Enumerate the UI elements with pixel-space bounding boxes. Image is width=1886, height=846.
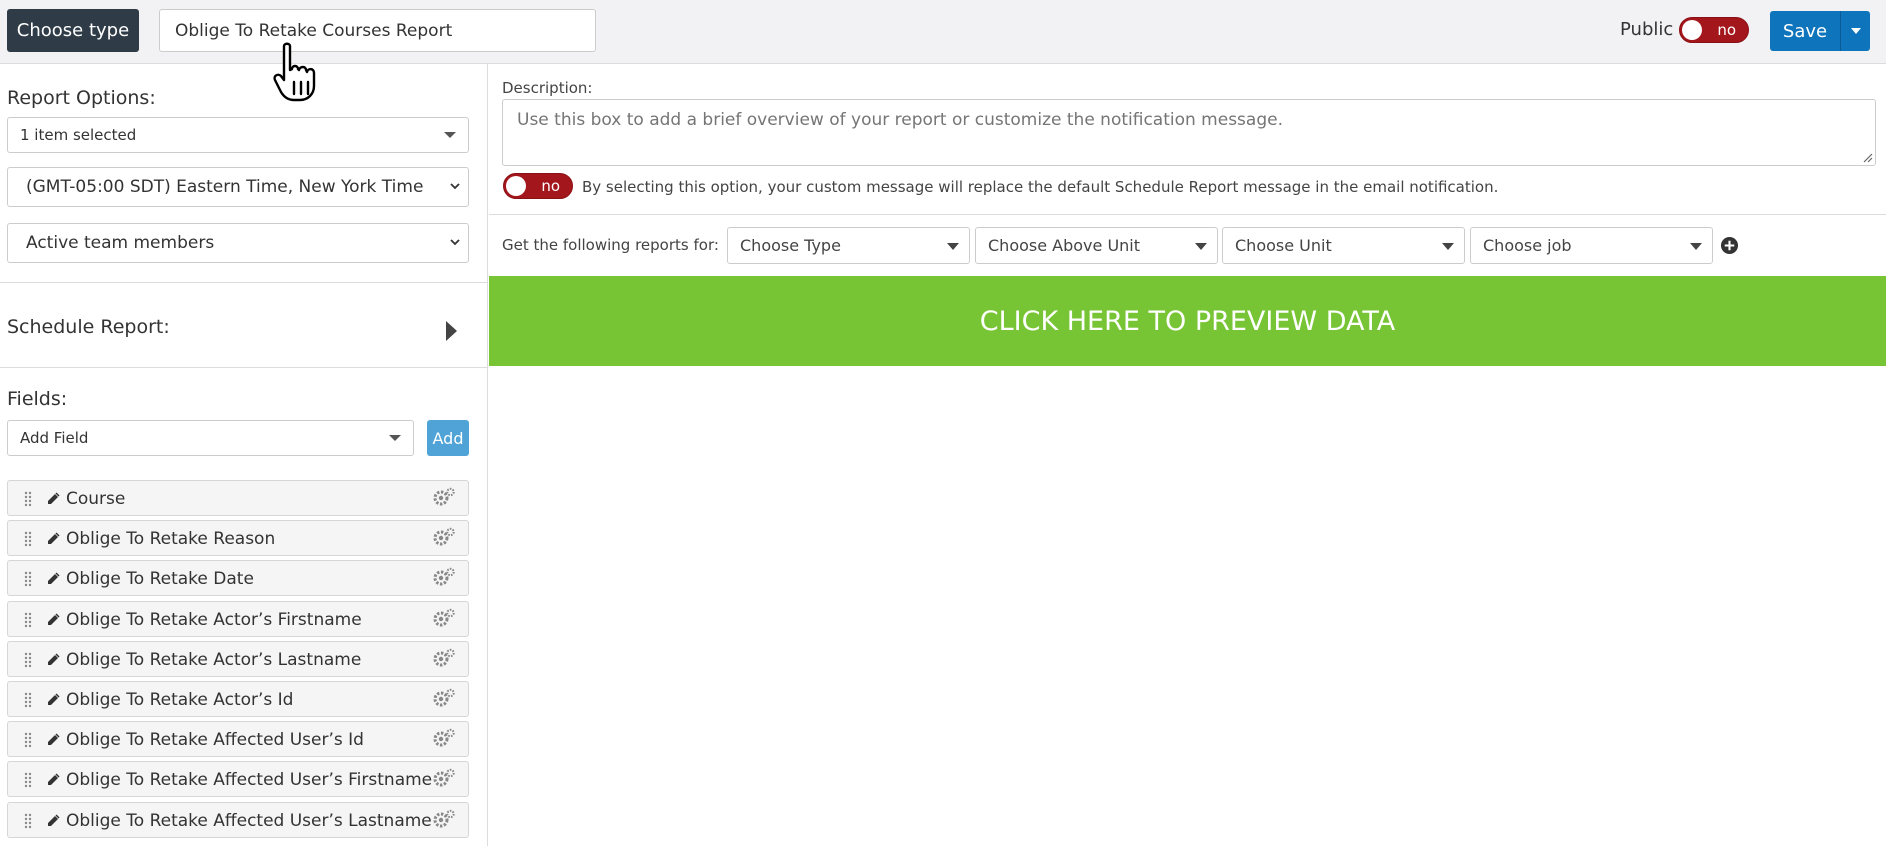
- edit-pencil-icon[interactable]: [47, 733, 60, 746]
- save-button-group: Save: [1770, 11, 1870, 51]
- public-toggle[interactable]: no: [1679, 17, 1749, 43]
- custom-message-toggle-label: no: [541, 177, 560, 195]
- schedule-report-label: Schedule Report:: [7, 316, 170, 338]
- field-name: Oblige To Retake Actor’s Id: [66, 690, 294, 710]
- toggle-knob: [506, 176, 526, 196]
- gear-icon[interactable]: [432, 768, 456, 788]
- field-row[interactable]: Oblige To Retake Actor’s Id: [7, 681, 469, 717]
- sidebar-divider: [0, 282, 488, 283]
- field-row[interactable]: Oblige To Retake Reason: [7, 520, 469, 557]
- filter-select-value: Choose Type: [740, 236, 841, 255]
- toggle-knob: [1682, 20, 1702, 40]
- gear-icon[interactable]: [432, 809, 456, 829]
- field-name: Oblige To Retake Actor’s Lastname: [66, 649, 362, 670]
- drag-handle-icon[interactable]: [24, 813, 32, 829]
- caret-down-icon: [947, 243, 959, 250]
- field-row[interactable]: Oblige To Retake Actor’s Firstname: [7, 600, 469, 637]
- add-filter-plus-icon[interactable]: [1720, 236, 1739, 255]
- report-options-label: Report Options:: [7, 87, 156, 109]
- custom-message-note: By selecting this option, your custom me…: [582, 178, 1499, 196]
- caret-down-icon: [1195, 243, 1207, 250]
- field-row[interactable]: Oblige To Retake Affected User’s Firstna…: [7, 761, 469, 798]
- drag-handle-icon[interactable]: [24, 571, 32, 587]
- caret-down-icon: [389, 435, 401, 441]
- add-field-select[interactable]: Add Field: [7, 420, 414, 456]
- edit-pencil-icon[interactable]: [47, 653, 60, 666]
- filter-choose-type-select[interactable]: Choose Type: [727, 227, 970, 264]
- choose-type-button[interactable]: Choose type: [7, 9, 139, 52]
- expand-arrow-icon[interactable]: [446, 321, 457, 341]
- field-row[interactable]: Oblige To Retake Affected User’s Lastnam…: [7, 801, 469, 838]
- edit-pencil-icon[interactable]: [47, 693, 60, 706]
- gear-icon[interactable]: [432, 527, 456, 547]
- edit-pencil-icon[interactable]: [47, 613, 60, 626]
- drag-handle-icon[interactable]: [24, 612, 32, 628]
- gear-icon[interactable]: [432, 728, 456, 748]
- public-toggle-label: no: [1717, 21, 1736, 39]
- field-row[interactable]: Course: [7, 480, 469, 516]
- report-options-select-value: 1 item selected: [20, 126, 137, 144]
- filter-select-value: Choose Unit: [1235, 236, 1332, 255]
- chevron-down-icon: [450, 183, 460, 190]
- public-label: Public: [1620, 19, 1674, 40]
- field-name: Oblige To Retake Affected User’s Id: [66, 730, 364, 751]
- edit-pencil-icon[interactable]: [47, 814, 60, 827]
- sidebar-divider: [0, 367, 488, 368]
- caret-down-icon: [444, 132, 456, 138]
- preview-data-button[interactable]: CLICK HERE TO PREVIEW DATA: [489, 276, 1886, 366]
- drag-handle-icon[interactable]: [24, 692, 32, 708]
- timezone-select-value: (GMT-05:00 SDT) Eastern Time, New York T…: [26, 177, 424, 197]
- field-name: Oblige To Retake Reason: [66, 529, 276, 550]
- gear-icon[interactable]: [432, 688, 456, 708]
- save-button[interactable]: Save: [1770, 11, 1840, 51]
- field-name: Oblige To Retake Actor’s Firstname: [66, 609, 362, 630]
- fields-label: Fields:: [7, 388, 68, 410]
- report-sidebar: Report Options: 1 item selected (GMT-05:…: [0, 64, 488, 846]
- chevron-down-icon: [450, 239, 460, 246]
- report-options-select[interactable]: 1 item selected: [7, 117, 469, 153]
- filter-choose-above-unit-select[interactable]: Choose Above Unit: [975, 227, 1218, 264]
- field-name: Course: [66, 489, 126, 509]
- description-textarea[interactable]: [502, 99, 1876, 166]
- field-name: Oblige To Retake Affected User’s Firstna…: [66, 770, 433, 791]
- gear-icon[interactable]: [432, 608, 456, 628]
- drag-handle-icon[interactable]: [24, 652, 32, 668]
- add-field-select-value: Add Field: [20, 429, 89, 447]
- members-select[interactable]: Active team members: [7, 223, 469, 263]
- resize-handle-icon[interactable]: [1862, 152, 1873, 163]
- edit-pencil-icon[interactable]: [47, 492, 60, 505]
- gear-icon[interactable]: [432, 648, 456, 668]
- main-divider: [489, 214, 1886, 215]
- edit-pencil-icon[interactable]: [47, 773, 60, 786]
- filter-select-value: Choose Above Unit: [988, 236, 1141, 255]
- report-title-input[interactable]: [159, 9, 596, 52]
- field-row[interactable]: Oblige To Retake Actor’s Lastname: [7, 640, 469, 677]
- reports-for-label: Get the following reports for:: [502, 236, 719, 254]
- field-name: Oblige To Retake Affected User’s Lastnam…: [66, 810, 432, 831]
- drag-handle-icon[interactable]: [24, 531, 32, 547]
- members-select-value: Active team members: [26, 233, 215, 253]
- timezone-select[interactable]: (GMT-05:00 SDT) Eastern Time, New York T…: [7, 167, 469, 207]
- edit-pencil-icon[interactable]: [47, 532, 60, 545]
- description-label: Description:: [502, 79, 593, 97]
- drag-handle-icon[interactable]: [24, 772, 32, 788]
- field-row[interactable]: Oblige To Retake Date: [7, 560, 469, 597]
- gear-icon[interactable]: [432, 487, 456, 507]
- edit-pencil-icon[interactable]: [47, 572, 60, 585]
- caret-down-icon: [1690, 243, 1702, 250]
- field-name: Oblige To Retake Date: [66, 569, 254, 590]
- custom-message-toggle[interactable]: no: [503, 173, 573, 199]
- filter-select-value: Choose job: [1483, 236, 1572, 255]
- add-field-button[interactable]: Add: [427, 420, 469, 456]
- drag-handle-icon[interactable]: [24, 732, 32, 748]
- filter-choose-unit-select[interactable]: Choose Unit: [1222, 227, 1465, 264]
- field-row[interactable]: Oblige To Retake Affected User’s Id: [7, 721, 469, 758]
- hand-cursor-icon: [273, 42, 316, 102]
- drag-handle-icon[interactable]: [24, 491, 32, 507]
- caret-down-icon: [1442, 243, 1454, 250]
- gear-icon[interactable]: [432, 567, 456, 587]
- preview-data-label: CLICK HERE TO PREVIEW DATA: [979, 305, 1396, 337]
- filter-choose-job-select[interactable]: Choose job: [1470, 227, 1713, 264]
- save-options-dropdown-button[interactable]: [1840, 11, 1870, 51]
